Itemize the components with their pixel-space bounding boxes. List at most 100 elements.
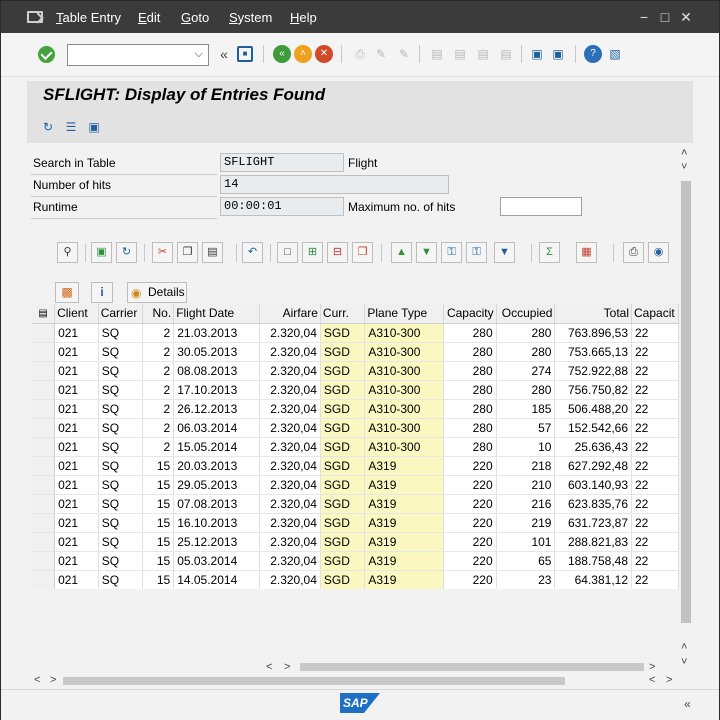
collapse-command-icon[interactable]: « (215, 45, 233, 63)
row-selector[interactable] (32, 570, 56, 589)
table-cell[interactable]: 15 (142, 456, 175, 476)
row-selector[interactable] (32, 513, 56, 533)
scroll-down-icon[interactable]: ˄ (681, 641, 687, 653)
table-row[interactable]: 021 SQ 15 25.12.2013 2.320,04 SGD A319 220 101 28… (32, 532, 679, 552)
cut-icon[interactable]: ✂ (152, 242, 173, 263)
table-cell[interactable]: 220 (443, 513, 497, 533)
table-cell[interactable]: 2.320,04 (259, 342, 321, 362)
table-cell[interactable]: 627.292,48 (554, 456, 632, 476)
column-header[interactable]: Total (554, 304, 632, 324)
table-cell[interactable]: A319 (364, 513, 444, 533)
column-header[interactable]: Capacit (631, 304, 679, 324)
table-cell[interactable]: 021 (54, 532, 99, 552)
table-cell[interactable]: 188.758,48 (554, 551, 632, 571)
table-cell[interactable]: 15.05.2014 (173, 437, 261, 457)
table-cell[interactable]: SGD (320, 342, 366, 362)
table-cell[interactable]: 021 (54, 361, 99, 381)
scroll-down-icon[interactable]: ˅ (681, 656, 687, 668)
table-cell[interactable]: 274 (496, 361, 556, 381)
grid-horizontal-scroll-thumb[interactable] (300, 663, 644, 671)
table-cell[interactable]: SQ (98, 570, 143, 589)
table-row[interactable]: 021 SQ 15 05.03.2014 2.320,04 SGD A319 220 65 188… (32, 551, 679, 571)
table-cell[interactable]: SGD (320, 551, 366, 571)
system-menu-icon[interactable] (27, 11, 43, 23)
exit-icon[interactable]: ˄ (294, 45, 312, 63)
table-cell[interactable]: SQ (98, 418, 143, 438)
table-cell[interactable]: 15 (142, 475, 175, 495)
scroll-right-icon[interactable]: > (50, 674, 56, 686)
table-cell[interactable]: SGD (320, 418, 366, 438)
details-button[interactable]: ◉ Details (127, 282, 187, 303)
table-cell[interactable]: 29.05.2013 (173, 475, 261, 495)
table-cell[interactable]: 280 (443, 380, 497, 400)
table-cell[interactable]: 763.896,53 (554, 323, 632, 343)
table-cell[interactable]: 2.320,04 (259, 551, 321, 571)
table-cell[interactable]: 23 (496, 570, 556, 589)
table-cell[interactable]: SGD (320, 475, 366, 495)
table-cell[interactable]: 22 (631, 456, 679, 476)
scroll-left-icon[interactable]: < (266, 661, 272, 673)
table-cell[interactable]: SQ (98, 437, 143, 457)
table-cell[interactable]: 021 (54, 399, 99, 419)
find-next-grid-icon[interactable]: ⚿ (466, 242, 487, 263)
table-cell[interactable]: SQ (98, 475, 143, 495)
scroll-up-icon[interactable]: ˅ (681, 161, 687, 173)
table-row[interactable]: 021 SQ 2 06.03.2014 2.320,04 SGD A310-300 280 57… (32, 418, 679, 438)
table-cell[interactable]: A310-300 (364, 342, 444, 362)
table-cell[interactable]: 15 (142, 570, 175, 589)
table-cell[interactable]: 15 (142, 551, 175, 571)
table-cell[interactable]: 021 (54, 456, 99, 476)
insert-row-icon[interactable]: ⊞ (302, 242, 323, 263)
table-cell[interactable]: 06.03.2014 (173, 418, 261, 438)
table-cell[interactable]: 2.320,04 (259, 570, 321, 589)
new-session-icon[interactable]: ▣ (528, 45, 546, 63)
table-cell[interactable]: 280 (443, 361, 497, 381)
table-cell[interactable]: SGD (320, 361, 366, 381)
row-selector[interactable] (32, 437, 56, 457)
table-cell[interactable]: 2.320,04 (259, 475, 321, 495)
info-icon[interactable]: i (91, 282, 113, 303)
table-cell[interactable]: 22 (631, 437, 679, 457)
total-icon[interactable]: Σ (539, 242, 560, 263)
table-cell[interactable]: SGD (320, 456, 366, 476)
paste-icon[interactable]: ▤ (202, 242, 223, 263)
table-row[interactable]: 021 SQ 2 15.05.2014 2.320,04 SGD A310-300 280 10… (32, 437, 679, 457)
duplicate-row-icon[interactable]: ❐ (352, 242, 373, 263)
table-cell[interactable]: 07.08.2013 (173, 494, 261, 514)
table-cell[interactable]: 220 (443, 456, 497, 476)
menu-system[interactable]: System (229, 10, 272, 25)
row-selector[interactable] (32, 361, 56, 381)
table-cell[interactable]: 220 (443, 532, 497, 552)
cancel-icon[interactable]: ✕ (315, 45, 333, 63)
table-cell[interactable]: A310-300 (364, 380, 444, 400)
menu-help[interactable]: Help (290, 10, 317, 25)
table-cell[interactable]: 21.03.2013 (173, 323, 261, 343)
table-cell[interactable]: 2.320,04 (259, 437, 321, 457)
table-cell[interactable]: 603.140,93 (554, 475, 632, 495)
table-cell[interactable]: A310-300 (364, 399, 444, 419)
graphic-icon[interactable]: ▩ (55, 282, 79, 303)
table-cell[interactable]: 10 (496, 437, 556, 457)
table-cell[interactable]: A310-300 (364, 361, 444, 381)
table-cell[interactable]: A310-300 (364, 323, 444, 343)
table-cell[interactable]: 22 (631, 513, 679, 533)
table-cell[interactable]: 2 (142, 437, 175, 457)
table-cell[interactable]: 288.821,83 (554, 532, 632, 552)
column-header[interactable]: Occupied (496, 304, 556, 324)
save-icon[interactable]: ■ (237, 46, 253, 62)
copy-icon[interactable]: ❐ (177, 242, 198, 263)
table-cell[interactable]: 753.665,13 (554, 342, 632, 362)
row-selector[interactable] (32, 323, 56, 343)
table-cell[interactable]: 752.922,88 (554, 361, 632, 381)
table-cell[interactable]: 2 (142, 380, 175, 400)
scroll-left-icon[interactable]: < (34, 674, 40, 686)
row-selector[interactable] (32, 456, 56, 476)
table-cell[interactable]: 021 (54, 323, 99, 343)
table-cell[interactable]: SQ (98, 551, 143, 571)
create-shortcut-icon[interactable]: ▣ (549, 45, 567, 63)
table-cell[interactable]: A319 (364, 551, 444, 571)
table-row[interactable]: 021 SQ 15 14.05.2014 2.320,04 SGD A319 220 23 64.… (32, 570, 679, 589)
settings-icon[interactable]: ☰ (62, 118, 80, 136)
column-header[interactable]: Curr. (320, 304, 366, 324)
table-cell[interactable]: 220 (443, 570, 497, 589)
